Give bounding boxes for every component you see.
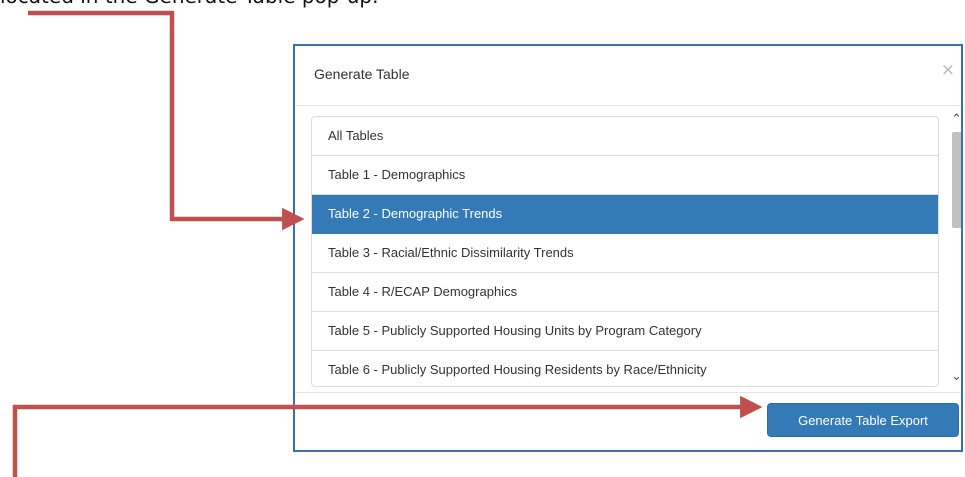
chevron-up-icon[interactable]: ⌃: [951, 112, 961, 127]
list-item-table-2[interactable]: Table 2 - Demographic Trends: [312, 195, 938, 234]
list-item-table-1[interactable]: Table 1 - Demographics: [312, 156, 938, 195]
dialog-title: Generate Table: [314, 66, 410, 82]
instruction-caption: located in the Generate Table pop-up.: [0, 0, 378, 8]
chevron-down-icon[interactable]: ⌄: [951, 369, 961, 384]
close-icon[interactable]: ×: [941, 60, 955, 80]
list-item-table-4[interactable]: Table 4 - R/ECAP Demographics: [312, 273, 938, 312]
list-item-table-3[interactable]: Table 3 - Racial/Ethnic Dissimilarity Tr…: [312, 234, 938, 273]
scrollbar-thumb[interactable]: [952, 132, 961, 228]
list-item-all-tables[interactable]: All Tables: [312, 117, 938, 156]
list-scrollbar[interactable]: ⌃ ⌄: [951, 106, 961, 392]
generate-table-dialog: Generate Table × All Tables Table 1 - De…: [293, 44, 963, 452]
dialog-header: Generate Table ×: [295, 46, 961, 106]
generate-table-export-button[interactable]: Generate Table Export: [767, 403, 959, 437]
list-item-table-5[interactable]: Table 5 - Publicly Supported Housing Uni…: [312, 312, 938, 351]
table-list: All Tables Table 1 - Demographics Table …: [311, 116, 939, 387]
list-item-table-6[interactable]: Table 6 - Publicly Supported Housing Res…: [312, 351, 938, 386]
arrow-right-icon: [28, 10, 305, 231]
dialog-footer: Generate Table Export: [295, 392, 961, 450]
